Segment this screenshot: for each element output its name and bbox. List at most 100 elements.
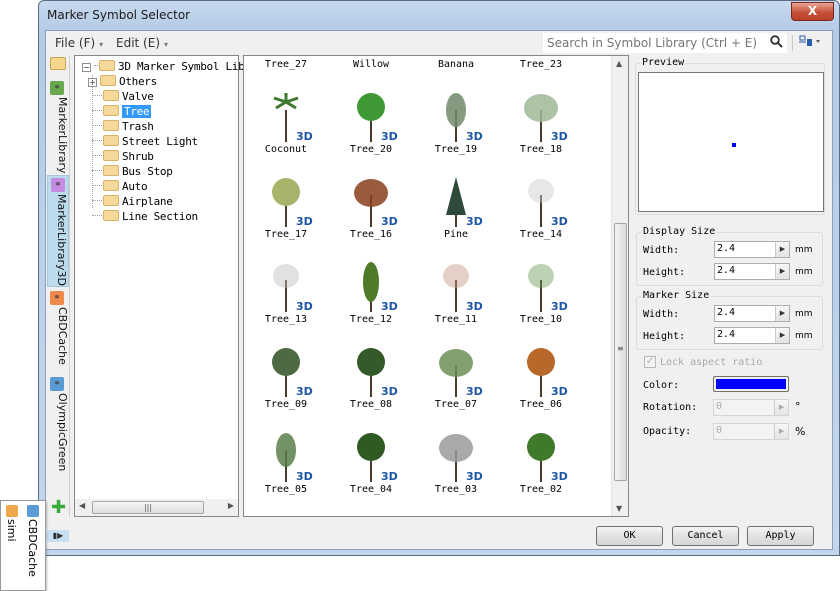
add-library-button[interactable]: ✚ <box>51 499 66 517</box>
spin-right-icon[interactable]: ▶ <box>775 328 789 343</box>
scroll-down-icon[interactable]: ▼ <box>616 504 622 513</box>
edit-menu[interactable]: Edit (E) ▾ <box>116 36 168 50</box>
opacity-input[interactable] <box>716 425 770 436</box>
tree-node-street-light[interactable]: Street Light <box>92 135 198 150</box>
symbol-item[interactable]: 3D Tree_17 <box>246 171 326 251</box>
symbol-item[interactable]: 3D Coconut <box>246 86 326 166</box>
symbol-item[interactable]: 3D Tree_18 <box>501 86 581 166</box>
collapse-icon[interactable]: − <box>82 63 91 72</box>
library-tab-olympicgreen[interactable]: ⚭ OlympicGreen <box>47 375 69 475</box>
tree-node-airplane[interactable]: Airplane <box>92 195 173 210</box>
3d-badge: 3D <box>381 470 398 483</box>
symbol-item[interactable]: 3D Tree_04 <box>331 426 411 506</box>
3d-badge: 3D <box>466 215 483 228</box>
scroll-right-icon[interactable]: ▶ <box>228 501 234 510</box>
cancel-button[interactable]: Cancel <box>672 526 739 546</box>
library-tab-label: CBDCache <box>56 307 69 365</box>
tree-node-line-section[interactable]: Line Section <box>92 210 198 225</box>
symbol-item[interactable]: 3DTree_23 <box>501 56 581 81</box>
symbol-item[interactable]: 3DWillow <box>331 56 411 81</box>
scroll-up-icon[interactable]: ▲ <box>616 59 622 68</box>
symbol-item[interactable]: 3D Tree_16 <box>331 171 411 251</box>
symbol-item[interactable]: 3D Tree_19 <box>416 86 496 166</box>
symbol-item[interactable]: 3D Tree_03 <box>416 426 496 506</box>
tree-node-bus-stop[interactable]: Bus Stop <box>92 165 173 180</box>
tree-node-tree[interactable]: Tree <box>92 105 152 120</box>
folder-icon[interactable] <box>50 57 66 70</box>
symbol-name: Tree_04 <box>349 484 393 495</box>
lock-aspect-checkbox[interactable]: ✓ <box>644 356 656 368</box>
3d-badge: 3D <box>296 130 313 143</box>
view-mode-button[interactable] <box>799 35 821 50</box>
symbol-item[interactable]: 3D Tree_07 <box>416 341 496 421</box>
tree-node-others[interactable]: + Others <box>88 75 157 90</box>
rotation-field: ▶ <box>713 399 789 416</box>
tree-node-auto[interactable]: Auto <box>92 180 148 195</box>
menu-bar: File (F) ▾ Edit (E) ▾ <box>46 31 832 55</box>
library-tab-markerlibrary[interactable]: ⚭ MarkerLibrary <box>47 79 69 173</box>
symbol-item[interactable]: 3D Tree_11 <box>416 256 496 336</box>
search-box <box>543 33 787 53</box>
tree-node-label: 3D Marker Symbol Libr <box>118 60 251 73</box>
expand-tabs-button[interactable]: ▮▶ <box>47 530 69 542</box>
marker-size-group: Marker Size Width: ▶ mm Height: ▶ mm <box>636 290 823 350</box>
marker-width-input[interactable] <box>717 307 771 318</box>
scrollbar-thumb[interactable]: ||| <box>92 501 204 514</box>
popup-tab-simi[interactable]: simi <box>5 503 18 553</box>
library-tab-cbdcache[interactable]: ⚭ CBDCache <box>47 289 69 369</box>
symbol-item[interactable]: 3D Tree_08 <box>331 341 411 421</box>
symbol-item[interactable]: 3D Tree_12 <box>331 256 411 336</box>
unit-label: mm <box>795 331 813 341</box>
symbol-grid: 3DTree_273DWillow3DBanana3DTree_23 3DCoco… <box>243 55 629 517</box>
tree-node-trash[interactable]: Trash <box>92 120 154 135</box>
display-width-input[interactable] <box>717 243 771 254</box>
title-bar[interactable]: Marker Symbol Selector X <box>39 1 839 29</box>
marker-height-input[interactable] <box>717 329 771 340</box>
symbol-item[interactable]: 3D Tree_02 <box>501 426 581 506</box>
scroll-left-icon[interactable]: ◀ <box>79 501 85 510</box>
symbol-item[interactable]: 3D Tree_09 <box>246 341 326 421</box>
spin-right-icon[interactable]: ▶ <box>775 264 789 279</box>
library-tab-markerlibrary3d[interactable]: ⚭ MarkerLibrary3D <box>47 175 69 287</box>
spin-right-icon[interactable]: ▶ <box>774 400 788 415</box>
tree-connector <box>92 155 102 156</box>
symbol-item[interactable]: 3D Tree_10 <box>501 256 581 336</box>
3d-badge: 3D <box>551 215 568 228</box>
folder-icon <box>103 120 119 131</box>
expand-icon[interactable]: + <box>88 78 97 87</box>
symbol-item[interactable]: 3DTree_27 <box>246 56 326 81</box>
display-width-label: Width: <box>643 245 680 256</box>
spin-right-icon[interactable]: ▶ <box>775 306 789 321</box>
symbol-item[interactable]: 3D Tree_13 <box>246 256 326 336</box>
tree-node-shrub[interactable]: Shrub <box>92 150 154 165</box>
symbol-grid-scrollbar[interactable]: ▲ ≡ ▼ <box>611 56 628 516</box>
tree-node-root[interactable]: − 3D Marker Symbol Libr <box>82 60 251 75</box>
symbol-item[interactable]: 3D Pine <box>416 171 496 251</box>
folder-icon <box>99 60 115 71</box>
symbol-item[interactable]: 3D Tree_20 <box>331 86 411 166</box>
color-picker-button[interactable] <box>713 376 789 392</box>
tree-node-valve[interactable]: Valve <box>92 90 154 105</box>
display-height-input[interactable] <box>717 265 771 276</box>
file-menu[interactable]: File (F) ▾ <box>55 36 103 50</box>
tree-connector <box>92 110 102 111</box>
symbol-item[interactable]: 3DBanana <box>416 56 496 81</box>
dialog-client: File (F)▾ Edit (E)▾ ⚭ MarkerLibrary ⚭ <box>45 30 833 550</box>
symbol-item[interactable]: 3D Tree_14 <box>501 171 581 251</box>
spin-right-icon[interactable]: ▶ <box>775 242 789 257</box>
search-input[interactable] <box>547 36 761 50</box>
popup-tab-cbdcache[interactable]: CBDCache <box>26 503 39 583</box>
scrollbar-thumb[interactable]: ≡ <box>614 223 627 481</box>
3d-badge: 3D <box>296 215 313 228</box>
symbol-item[interactable]: 3D Tree_05 <box>246 426 326 506</box>
plus-icon: ✚ <box>51 497 67 518</box>
rotation-input[interactable] <box>716 401 770 412</box>
apply-button[interactable]: Apply <box>747 526 814 546</box>
symbol-item[interactable]: 3D Tree_06 <box>501 341 581 421</box>
search-icon[interactable] <box>770 35 783 52</box>
close-button[interactable]: X <box>791 2 834 21</box>
ok-button[interactable]: OK <box>596 526 663 546</box>
spin-right-icon[interactable]: ▶ <box>774 424 788 439</box>
tree-horizontal-scrollbar[interactable]: ◀ ||| ▶ <box>75 499 238 516</box>
symbol-name: Tree_18 <box>519 144 563 155</box>
